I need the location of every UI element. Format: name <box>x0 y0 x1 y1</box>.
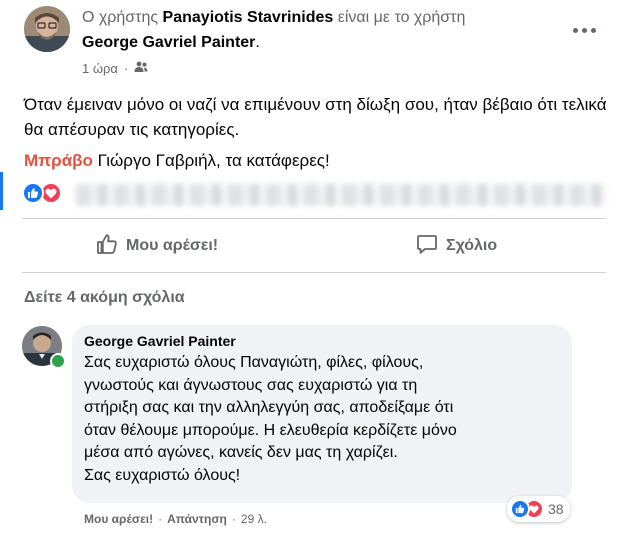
divider <box>22 218 606 219</box>
comment-button-label: Σχόλιο <box>446 237 498 254</box>
comment-icon <box>416 233 438 260</box>
tagged-suffix: . <box>255 34 260 51</box>
view-more-comments-link[interactable]: Δείτε 4 ακόμη σχόλια <box>24 289 185 307</box>
tagged-user-name[interactable]: George Gavriel Painter <box>82 34 255 51</box>
post-header: Ο χρήστης Panayiotis Stavrinides είναι μ… <box>82 9 465 27</box>
comment-timestamp[interactable]: 29 λ. <box>241 512 267 526</box>
comment-button[interactable]: Σχόλιο <box>416 226 497 266</box>
comment-like-link[interactable]: Μου αρέσει! <box>84 512 153 526</box>
comment-reaction-icons <box>510 499 544 519</box>
comment-text-line: στήριξη σας και την αλληλεγγύη σας, αποδ… <box>84 399 454 416</box>
comment-actions: Μου αρέσει! · Απάντηση · 29 λ. <box>84 512 267 526</box>
post-text: Όταν έμειναν μόνο οι ναζί να επιμένουν σ… <box>24 92 614 142</box>
thumbs-up-icon <box>96 233 118 260</box>
tagged-line: George Gavriel Painter. <box>82 34 260 52</box>
post-meta: 1 ώρα · <box>82 61 148 76</box>
post-text-paragraph: Όταν έμειναν μόνο οι ναζί να επιμένουν σ… <box>24 95 607 139</box>
separator-dot: · <box>158 512 163 526</box>
like-button[interactable]: Μου αρέσει! <box>96 226 218 266</box>
like-reaction-icon <box>510 499 530 519</box>
header-prefix: Ο χρήστης <box>82 9 159 26</box>
online-status-indicator <box>50 353 66 369</box>
like-button-label: Μου αρέσει! <box>126 237 219 254</box>
facebook-post: Ο χρήστης Panayiotis Stavrinides είναι μ… <box>0 0 628 537</box>
comment-text-line: Σας ευχαριστώ όλους! <box>84 466 241 484</box>
comment-text-line: Σας ευχαριστώ όλους Παναγιώτη, φίλες, φί… <box>84 354 424 371</box>
friends-icon[interactable] <box>134 61 148 76</box>
separator-dot: · <box>123 61 129 76</box>
comment-text-line: όταν θέλουμε μπορούμε. Η ελευθερία κερδί… <box>84 421 457 439</box>
comment-text-line: μέσα από αγώνες, κανείς δεν μας τη χαρίζ… <box>84 444 398 461</box>
highlighted-word: Μπράβο <box>24 151 93 170</box>
separator-dot: · <box>231 512 236 526</box>
comment-text-line: γνωστούς και άγνωστους σας ευχαριστώ για… <box>84 376 418 394</box>
reaction-icons[interactable] <box>22 182 72 204</box>
blurred-reaction-names <box>76 184 606 206</box>
focus-indicator <box>0 172 3 210</box>
post-author-avatar[interactable] <box>24 6 70 52</box>
like-reaction-icon <box>22 182 44 204</box>
comment-reactions[interactable]: 38 <box>507 496 570 522</box>
comment-author-name[interactable]: George Gavriel Painter <box>84 333 236 349</box>
reactions-summary-row <box>0 172 628 214</box>
header-connector: είναι με το χρήστη <box>337 9 466 26</box>
post-text-rest: Γιώργο Γαβριήλ, τα κατάφερες! <box>92 151 330 170</box>
post-timestamp[interactable]: 1 ώρα <box>82 61 118 76</box>
comment-reply-link[interactable]: Απάντηση <box>167 512 227 526</box>
post-author-name[interactable]: Panayiotis Stavrinides <box>163 9 334 26</box>
post-text-second-line: Μπράβο Γιώργο Γαβριήλ, τα κατάφερες! <box>24 148 330 173</box>
comment-reaction-count: 38 <box>548 501 564 517</box>
divider <box>22 272 606 273</box>
comment-text: Σας ευχαριστώ όλους Παναγιώτη, φίλες, φί… <box>84 352 564 487</box>
more-options-icon[interactable] <box>566 22 602 38</box>
